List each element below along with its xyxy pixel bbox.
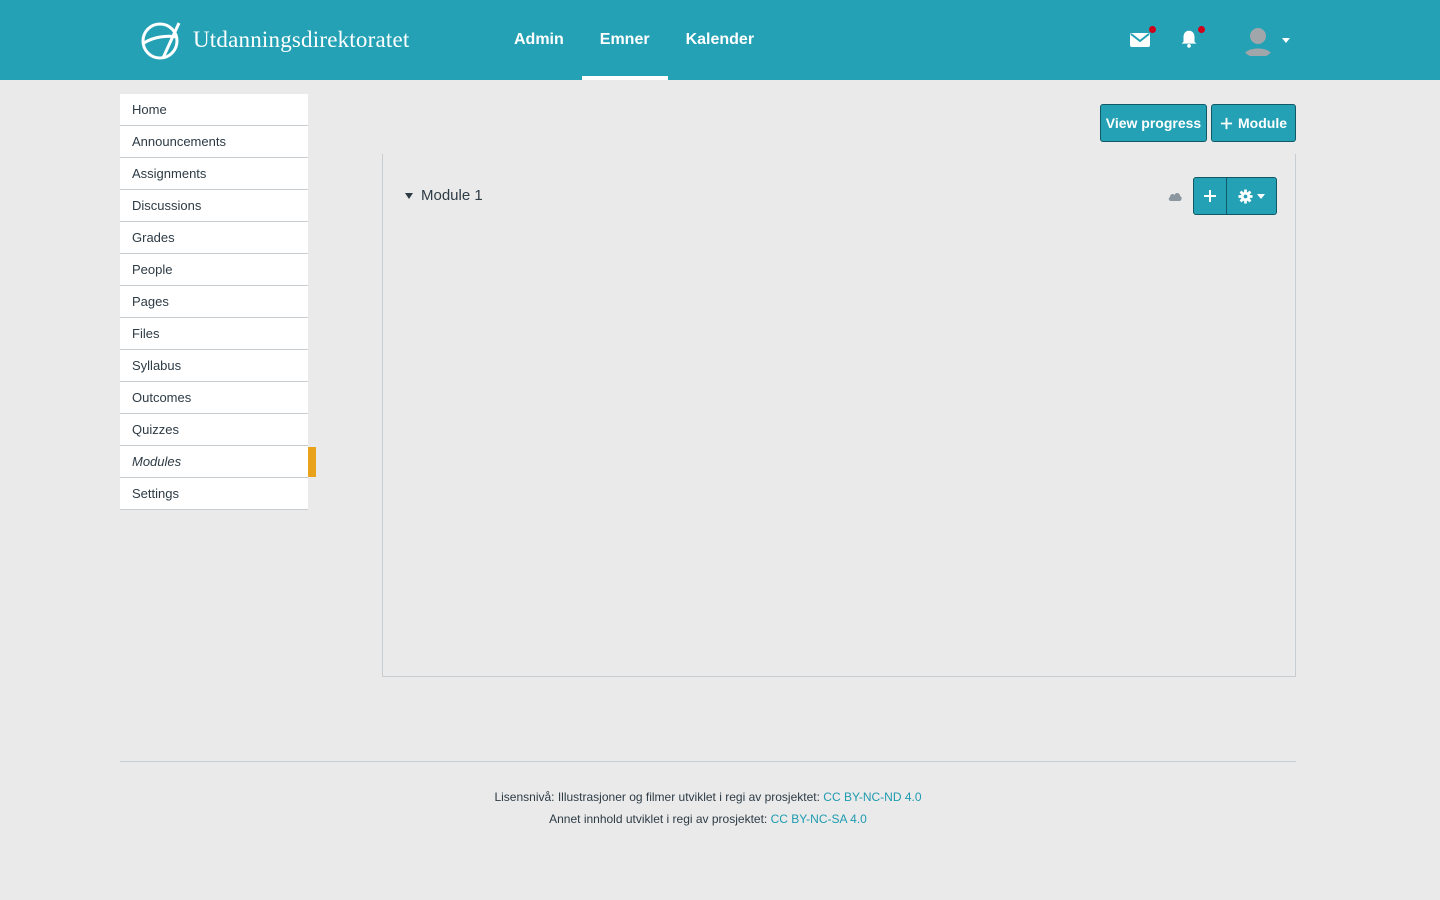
license-link-nd[interactable]: CC BY-NC-ND 4.0 <box>823 790 921 804</box>
sidebar-item-assignments[interactable]: Assignments <box>120 158 308 190</box>
add-module-button[interactable]: Module <box>1211 104 1296 142</box>
course-nav: Home Announcements Assignments Discussio… <box>120 94 316 510</box>
global-header: Utdanningsdirektoratet Admin Emner Kalen… <box>0 0 1440 80</box>
sidebar-item-quizzes[interactable]: Quizzes <box>120 414 308 446</box>
global-nav: Admin Emner Kalender <box>496 0 772 80</box>
add-module-item-button[interactable] <box>1193 177 1227 215</box>
sidebar-item-outcomes[interactable]: Outcomes <box>120 382 308 414</box>
bell-icon <box>1181 30 1197 48</box>
nav-admin[interactable]: Admin <box>496 0 582 80</box>
plus-icon <box>1220 117 1233 129</box>
sidebar-item-files[interactable]: Files <box>120 318 308 350</box>
nav-kalender[interactable]: Kalender <box>668 0 772 80</box>
notification-dot <box>1198 26 1205 33</box>
envelope-icon <box>1130 33 1150 47</box>
sidebar-item-syllabus[interactable]: Syllabus <box>120 350 308 382</box>
notification-dot <box>1149 26 1156 33</box>
view-progress-button[interactable]: View progress <box>1100 104 1207 142</box>
nav-emner[interactable]: Emner <box>581 0 668 80</box>
sidebar-item-pages[interactable]: Pages <box>120 286 308 318</box>
user-avatar-icon <box>1240 22 1276 58</box>
sidebar-item-settings[interactable]: Settings <box>120 478 308 510</box>
collapse-triangle-icon <box>405 192 413 199</box>
udir-logo-icon <box>141 22 181 60</box>
module-title: Module 1 <box>421 187 483 204</box>
module-header-toggle[interactable]: Module 1 <box>405 187 483 204</box>
sidebar-item-announcements[interactable]: Announcements <box>120 126 308 158</box>
chevron-down-icon <box>1282 37 1290 43</box>
modules-panel: Module 1 <box>382 154 1296 677</box>
sidebar-item-discussions[interactable]: Discussions <box>120 190 308 222</box>
footer-license-line-1: Lisensnivå: Illustrasjoner og filmer utv… <box>494 790 922 804</box>
sidebar-item-modules[interactable]: Modules <box>120 446 316 478</box>
notifications-button[interactable] <box>1178 26 1205 54</box>
cloud-icon[interactable] <box>1167 189 1183 203</box>
inbox-button[interactable] <box>1128 26 1156 54</box>
license-link-sa[interactable]: CC BY-NC-SA 4.0 <box>771 812 867 826</box>
brand-logo[interactable]: Utdanningsdirektoratet <box>141 18 409 62</box>
user-menu[interactable] <box>1240 22 1290 58</box>
sidebar-item-home[interactable]: Home <box>120 94 308 126</box>
brand-name: Utdanningsdirektoratet <box>193 27 410 52</box>
chevron-down-icon <box>1257 193 1265 199</box>
sidebar-item-people[interactable]: People <box>120 254 308 286</box>
footer-divider <box>120 761 1296 762</box>
module-settings-button[interactable] <box>1227 177 1277 215</box>
footer-license-line-2: Annet innhold utviklet i regi av prosjek… <box>549 812 867 826</box>
gear-icon <box>1238 188 1253 204</box>
sidebar-item-grades[interactable]: Grades <box>120 222 308 254</box>
plus-icon <box>1204 190 1216 202</box>
